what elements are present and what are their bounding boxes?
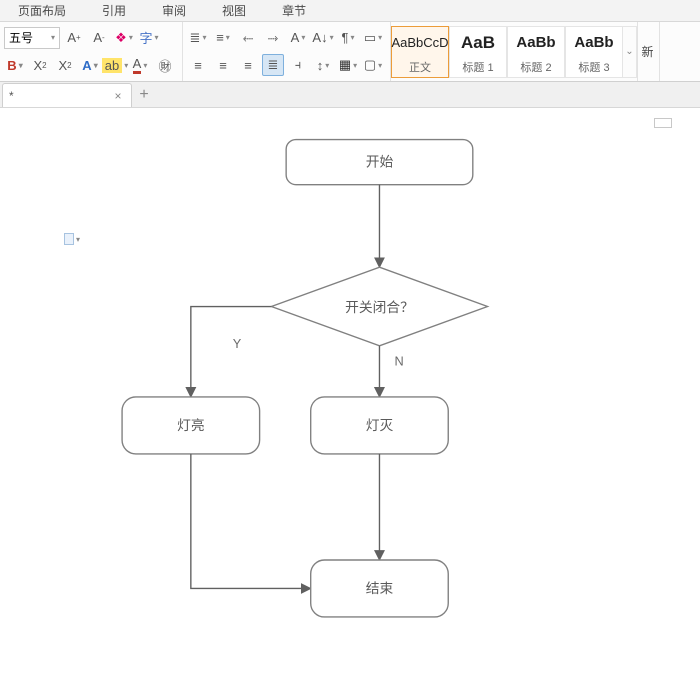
border-style-button[interactable]: ▢ xyxy=(362,54,384,76)
menu-bar: 页面布局 引用 审阅 视图 章节 xyxy=(0,0,700,22)
superscript-button[interactable]: X2 xyxy=(29,54,51,76)
ribbon-group-paragraph: ≣ ≡ ⬸ ⤑ A A↓ ¶ ▭ ≡ ≡ ≡ ≣ ⫞ ↕ ▦ ▢ xyxy=(183,22,391,81)
new-style-label: 新 xyxy=(642,43,654,60)
menu-item-chapter[interactable]: 章节 xyxy=(264,2,324,19)
style-label: 标题 2 xyxy=(520,59,551,77)
flowchart-label-no: 灯灭 xyxy=(366,418,394,433)
enclose-char-button[interactable]: ㊖ xyxy=(154,54,176,76)
style-preview: AaBb xyxy=(574,27,613,59)
document-area: ▾ 开始 开关闭合？ Y N 灯亮 xyxy=(10,112,690,681)
subscript-button[interactable]: X2 xyxy=(54,54,76,76)
style-label: 标题 1 xyxy=(462,59,493,77)
paragraph-marks-button[interactable]: ¶ xyxy=(337,27,359,49)
document-tab-title: * xyxy=(9,89,14,103)
text-highlight-color-button[interactable]: ab xyxy=(104,54,126,76)
text-effects-button[interactable]: A xyxy=(79,54,101,76)
borders-button[interactable]: ▭ xyxy=(362,27,384,49)
style-heading3[interactable]: AaBb 标题 3 xyxy=(565,26,623,78)
close-icon[interactable]: × xyxy=(111,89,125,103)
document-tab[interactable]: * × xyxy=(2,83,132,107)
align-left-button[interactable]: ≡ xyxy=(187,54,209,76)
menu-item-reference[interactable]: 引用 xyxy=(84,2,144,19)
flowchart-edge xyxy=(191,454,311,589)
change-case-button[interactable]: A xyxy=(287,27,309,49)
flowchart-label-decision: 开关闭合？ xyxy=(345,300,414,315)
font-size-select[interactable]: 五号 ▾ xyxy=(4,27,60,49)
align-right-button[interactable]: ≡ xyxy=(237,54,259,76)
flowchart-label-yes: 灯亮 xyxy=(177,417,205,433)
document-tab-bar: * × + xyxy=(0,82,700,108)
style-heading2[interactable]: AaBb 标题 2 xyxy=(507,26,565,78)
styles-more-button[interactable]: ⌄ xyxy=(623,26,637,78)
ribbon: 五号 ▾ A+ A- ❖ 字 B X2 X2 A ab A ㊖ ≣ ≡ ⬸ ⤑ … xyxy=(0,22,700,82)
sort-button[interactable]: A↓ xyxy=(312,27,334,49)
shrink-font-button[interactable]: A- xyxy=(88,27,110,49)
ribbon-group-styles: AaBbCcD 正文 AaB 标题 1 AaBb 标题 2 AaBb 标题 3 … xyxy=(391,22,638,81)
bullets-button[interactable]: ≣ xyxy=(187,27,209,49)
ribbon-group-font: 五号 ▾ A+ A- ❖ 字 B X2 X2 A ab A ㊖ xyxy=(0,22,183,81)
flowchart-edge-yes xyxy=(191,307,272,397)
font-color-button[interactable]: A xyxy=(129,54,151,76)
style-label: 正文 xyxy=(409,59,431,77)
new-style-button[interactable]: 新 xyxy=(638,22,660,81)
highlight-button[interactable]: B xyxy=(4,54,26,76)
flowchart-label-end: 结束 xyxy=(366,581,394,596)
flowchart-edge-label-yes: Y xyxy=(233,336,242,351)
grow-font-button[interactable]: A+ xyxy=(63,27,85,49)
style-preview: AaBbCcD xyxy=(391,27,448,59)
increase-indent-button[interactable]: ⤑ xyxy=(262,27,284,49)
style-label: 标题 3 xyxy=(578,59,609,77)
align-justify-button[interactable]: ≣ xyxy=(262,54,284,76)
numbering-button[interactable]: ≡ xyxy=(212,27,234,49)
style-normal[interactable]: AaBbCcD 正文 xyxy=(391,26,449,78)
style-preview: AaB xyxy=(461,27,495,59)
clear-format-button[interactable]: ❖ xyxy=(113,27,135,49)
add-tab-button[interactable]: + xyxy=(132,83,156,107)
align-center-button[interactable]: ≡ xyxy=(212,54,234,76)
font-size-value: 五号 xyxy=(9,29,33,46)
style-preview: AaBb xyxy=(516,27,555,59)
phonetic-guide-button[interactable]: 字 xyxy=(138,27,160,49)
menu-item-view[interactable]: 视图 xyxy=(204,2,264,19)
menu-item-layout[interactable]: 页面布局 xyxy=(0,2,84,19)
line-spacing-button[interactable]: ↕ xyxy=(312,54,334,76)
flowchart-canvas: 开始 开关闭合？ Y N 灯亮 灯灭 结束 xyxy=(10,112,690,672)
decrease-indent-button[interactable]: ⬸ xyxy=(237,27,259,49)
flowchart-edge-label-no: N xyxy=(395,353,404,368)
chevron-down-icon: ▾ xyxy=(51,33,55,42)
menu-item-review[interactable]: 审阅 xyxy=(144,2,204,19)
shading-button[interactable]: ▦ xyxy=(337,54,359,76)
flowchart-label-start: 开始 xyxy=(366,155,394,170)
style-heading1[interactable]: AaB 标题 1 xyxy=(449,26,507,78)
distribute-button[interactable]: ⫞ xyxy=(287,54,309,76)
